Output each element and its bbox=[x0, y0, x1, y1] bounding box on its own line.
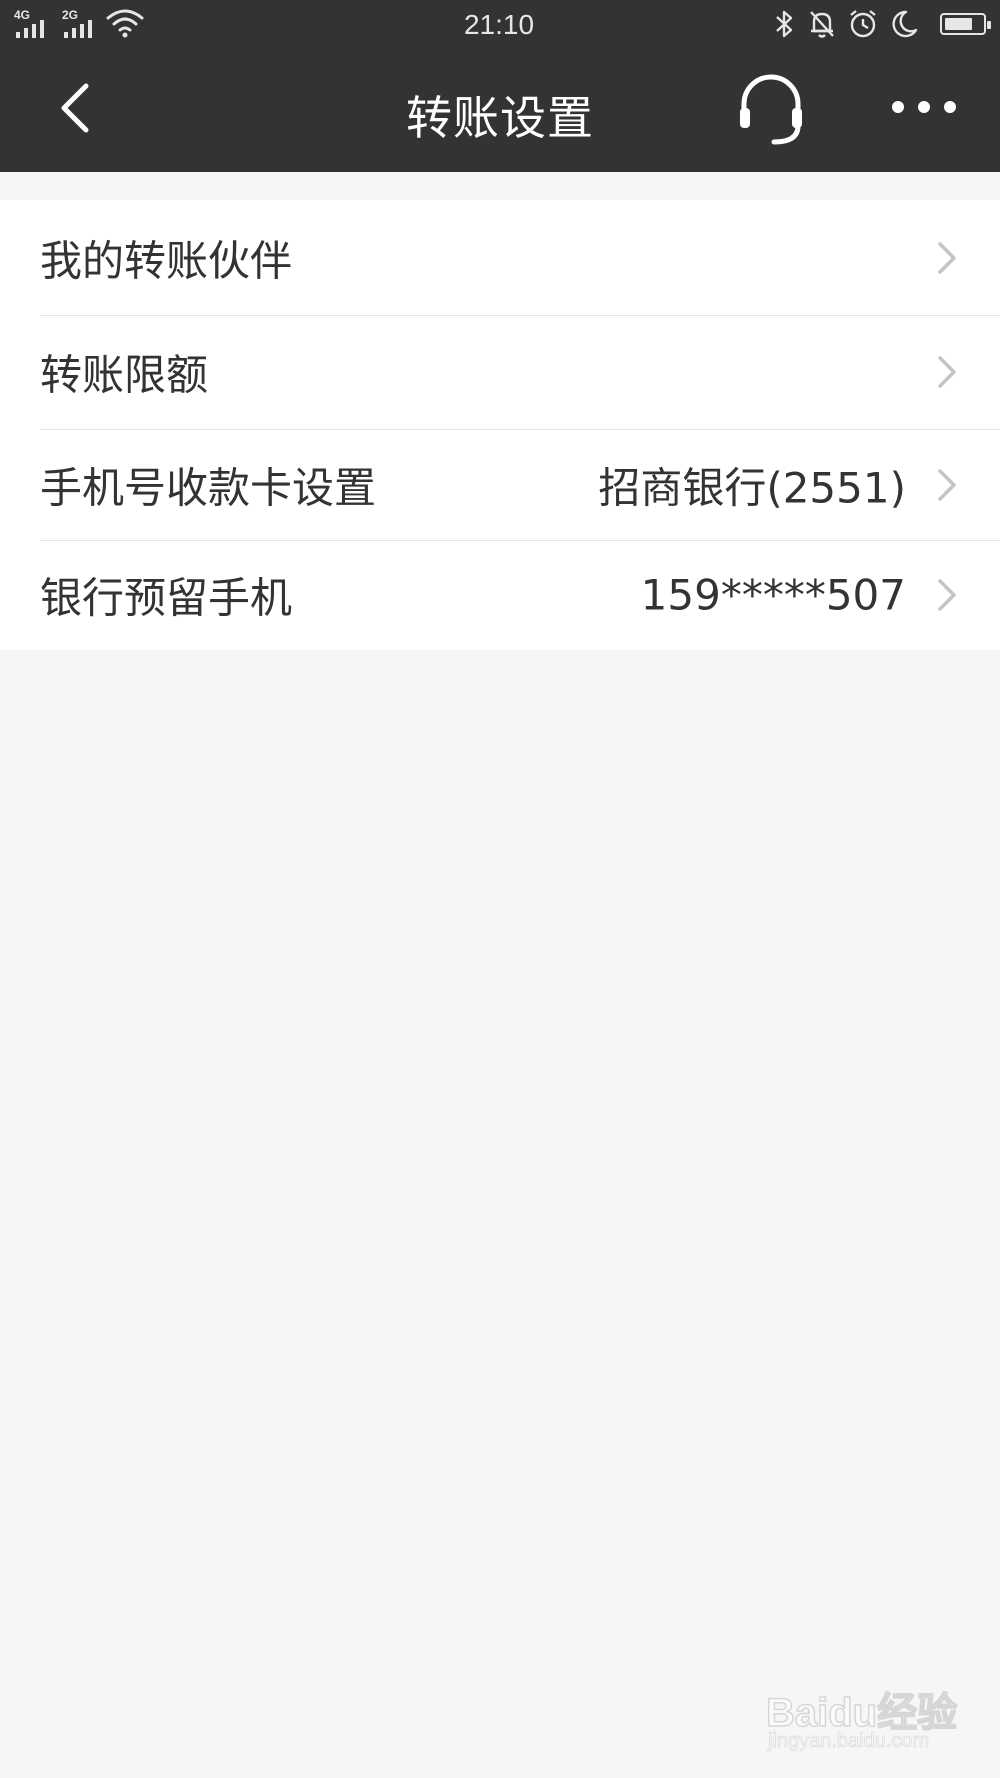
bank-reserved-phone-label: 银行预留手机 bbox=[40, 573, 293, 623]
baidu-jingyan-watermark: Baidu经验 jingyan.baidu.com bbox=[765, 1664, 966, 1760]
nav-bar: 转账设置 bbox=[0, 52, 1000, 172]
phone-receiving-card-item[interactable]: 手机号收款卡设置 招商银行(2551) bbox=[0, 429, 1000, 540]
more-icon[interactable] bbox=[888, 82, 960, 132]
transfer-limit-label: 转账限额 bbox=[40, 350, 209, 400]
transfer-partners-item[interactable]: 我的转账伙伴 bbox=[0, 200, 1000, 315]
moon-icon bbox=[892, 10, 918, 38]
transfer-partners-label: 我的转账伙伴 bbox=[40, 236, 293, 285]
status-bar: 4G 2G 21:10 bbox=[0, 0, 1000, 52]
bluetooth-icon bbox=[776, 10, 793, 38]
chevron-right-icon bbox=[938, 468, 956, 501]
mute-bell-icon bbox=[810, 11, 834, 38]
phone-receiving-card-label: 手机号收款卡设置 bbox=[40, 463, 377, 512]
alarm-icon bbox=[850, 10, 876, 38]
headset-icon[interactable] bbox=[736, 72, 806, 148]
chevron-right-icon bbox=[938, 241, 956, 274]
battery-level-fill bbox=[945, 18, 972, 30]
chevron-right-icon bbox=[938, 356, 956, 388]
status-right-group bbox=[772, 9, 991, 39]
page-title: 转账设置 bbox=[406, 91, 594, 145]
watermark-url: jingyan.baidu.com bbox=[768, 1730, 930, 1753]
battery-icon bbox=[940, 13, 991, 35]
phone-receiving-card-value: 招商银行(2551) bbox=[598, 463, 906, 512]
bank-reserved-phone-item[interactable]: 银行预留手机 159*****507 bbox=[0, 540, 1000, 650]
chevron-right-icon bbox=[938, 579, 956, 611]
settings-list: 我的转账伙伴 转账限额 手机号收款卡设置 招商银行(2551) 银行预留手机 1… bbox=[0, 200, 1000, 650]
transfer-limit-item[interactable]: 转账限额 bbox=[0, 315, 1000, 429]
bank-reserved-phone-value: 159*****507 bbox=[640, 570, 906, 620]
